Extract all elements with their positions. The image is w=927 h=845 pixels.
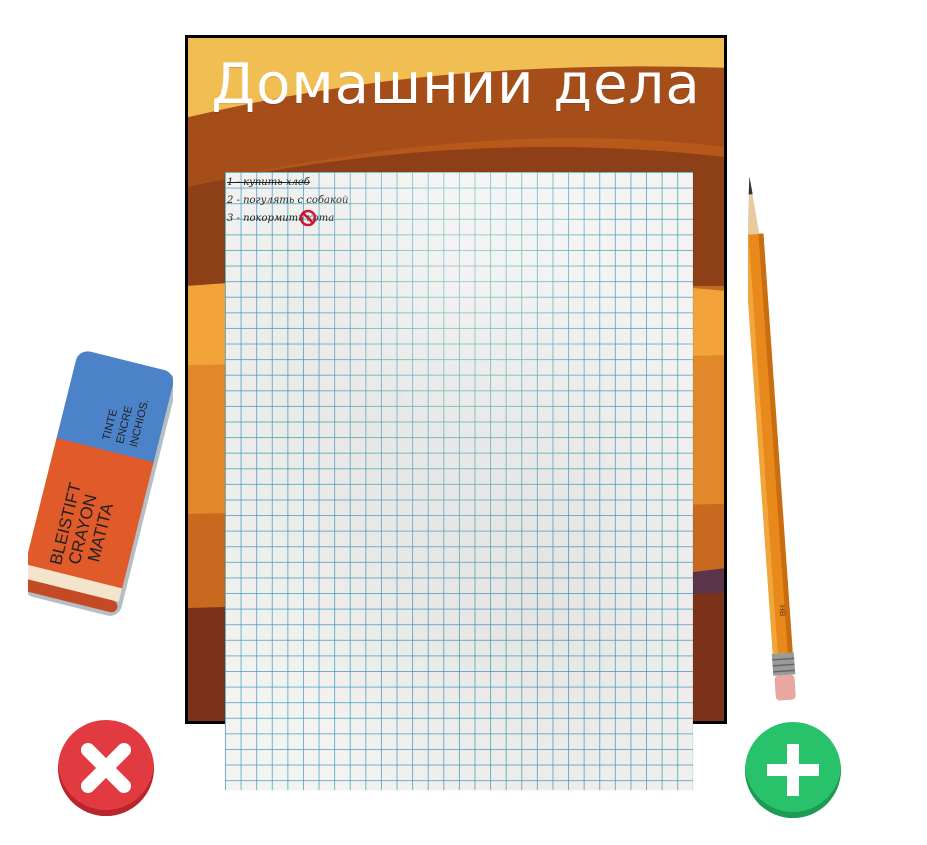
task-item-1[interactable]: 1 - купить хлеб <box>227 174 348 192</box>
board-title: Домашнии дела <box>211 52 701 117</box>
task-text-2: 2 - погулять с собакой <box>227 195 349 206</box>
close-icon <box>81 743 131 793</box>
task-item-3[interactable]: 3 - покормить кота <box>227 209 348 228</box>
pencil-image[interactable]: HB <box>743 175 808 710</box>
add-button[interactable] <box>745 722 841 818</box>
plus-icon <box>767 744 819 796</box>
forbid-icon[interactable] <box>299 209 317 227</box>
task-text-3: 3 - покормить кота <box>227 213 335 224</box>
task-text-1: 1 - купить хлеб <box>227 177 310 188</box>
graph-paper-note[interactable]: 1 - купить хлеб 2 - погулять с собакой 3… <box>225 172 693 790</box>
task-list: 1 - купить хлеб 2 - погулять с собакой 3… <box>227 174 348 228</box>
delete-button[interactable] <box>58 720 154 816</box>
pencil-label: HB <box>777 605 787 617</box>
eraser-image[interactable]: TINTE ENCRE INCHIOS. BLEISTIFT CRAYON MA… <box>20 350 177 625</box>
task-item-2[interactable]: 2 - погулять с собакой <box>227 192 348 210</box>
